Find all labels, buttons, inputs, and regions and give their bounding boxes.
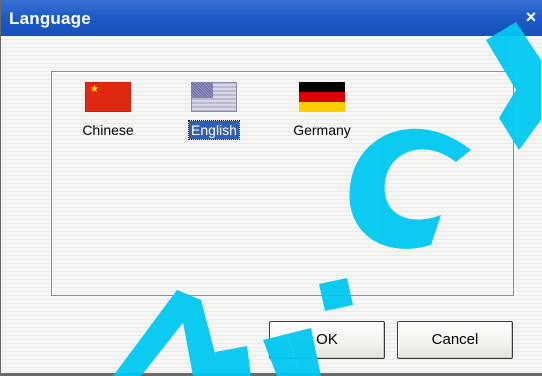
- language-label: Germany: [293, 122, 351, 138]
- close-icon[interactable]: ×: [523, 8, 539, 26]
- dialog-title: Language: [9, 9, 91, 28]
- germany-flag-icon: [299, 82, 345, 112]
- china-flag-icon: ★: [85, 82, 131, 112]
- usa-flag-icon: [191, 82, 237, 112]
- language-label-selected: English: [188, 120, 240, 140]
- dialog-body: ★ Chinese English Germany OK Cancel: [1, 36, 542, 376]
- language-label: Chinese: [82, 122, 134, 138]
- language-option-chinese[interactable]: ★ Chinese: [63, 82, 153, 140]
- cancel-button[interactable]: Cancel: [397, 321, 513, 359]
- language-dialog: Language × ★ Chinese English Germany OK …: [0, 0, 542, 376]
- language-option-germany[interactable]: Germany: [277, 82, 367, 140]
- language-option-english[interactable]: English: [169, 82, 259, 140]
- title-bar[interactable]: Language ×: [1, 0, 542, 36]
- flag-canton: [191, 82, 213, 98]
- language-list: ★ Chinese English Germany: [51, 71, 514, 296]
- star-icon: ★: [90, 84, 99, 95]
- ok-button[interactable]: OK: [269, 321, 385, 359]
